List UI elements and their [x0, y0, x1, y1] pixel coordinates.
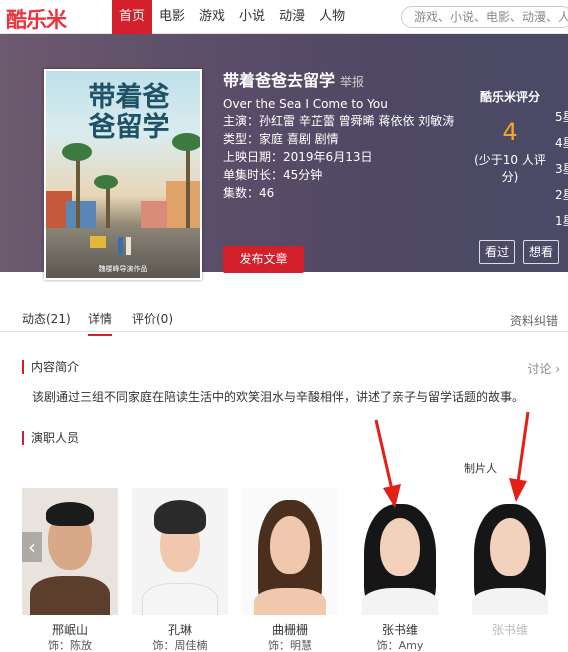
cast-heading: 演职人员 — [22, 431, 79, 445]
carousel-prev-icon[interactable]: ‹ — [22, 532, 42, 562]
site-logo[interactable]: 酷乐米 — [6, 4, 67, 34]
rating-box: 酷乐米评分 4 (少于10 人评分) — [470, 88, 550, 186]
cast-photo — [132, 488, 228, 615]
star-distribution: 5星 4星 3星 2星 1星 — [555, 104, 568, 234]
tab-activity[interactable]: 动态(21) — [22, 310, 71, 327]
nav-novels[interactable]: 小说 — [232, 0, 272, 34]
nav-people[interactable]: 人物 — [312, 0, 352, 34]
poster-credit: 魏楼峰导演作品 — [98, 265, 148, 273]
summary-heading: 内容简介 — [22, 360, 79, 374]
publish-article-button[interactable]: 发布文章 — [223, 246, 304, 273]
star-row-4: 4星 — [555, 136, 568, 150]
star-row-5: 5星 — [555, 110, 568, 124]
report-link[interactable]: 举报 — [340, 73, 364, 90]
cast-role: 饰：Amy — [376, 639, 424, 652]
cast-name: 曲栅栅 — [271, 623, 308, 637]
drama-info: 带着爸爸去留学 举报 Over the Sea I Come to You 主演… — [223, 67, 463, 273]
cast-name: 孔琳 — [167, 623, 192, 637]
watch-actions: 看过 想看 — [479, 240, 559, 264]
cast-card[interactable]: 曲栅栅 饰：明慧 — [242, 488, 338, 652]
tab-reviews[interactable]: 评价(0) — [132, 310, 173, 327]
poster-title: 带着爸爸留学 — [88, 82, 170, 143]
cast-photo — [242, 488, 338, 615]
tab-details[interactable]: 详情 — [88, 310, 113, 336]
drama-title: 带着爸爸去留学 — [223, 71, 336, 90]
cast-photo — [462, 488, 558, 615]
nav-games[interactable]: 游戏 — [192, 0, 232, 34]
cast-line: 主演：孙红雷 辛芷蕾 曾舜晞 蒋依依 刘敏涛 — [223, 114, 455, 128]
cast-card[interactable]: 张书维 — [462, 488, 558, 639]
correct-info-link[interactable]: 资料纠错 — [510, 312, 558, 329]
star-row-2: 2星 — [555, 188, 568, 202]
detail-tabs: 动态(21) 详情 评价(0) 资料纠错 — [0, 300, 568, 336]
top-bar: 酷乐米 首页 电影 游戏 小说 动漫 人物 游戏、小说、电影、动漫、人 — [0, 0, 568, 34]
star-row-3: 3星 — [555, 162, 568, 176]
cast-role: 饰：周佳楠 — [152, 639, 208, 652]
poster-image: 带着爸爸留学 魏楼峰导演作品 — [44, 69, 202, 280]
rating-score: 4 — [502, 118, 518, 146]
main-nav: 首页 电影 游戏 小说 动漫 人物 — [112, 0, 352, 34]
genre-line: 类型：家庭 喜剧 剧情 — [223, 132, 339, 146]
nav-anime[interactable]: 动漫 — [272, 0, 312, 34]
producer-label: 制片人 — [464, 462, 497, 475]
rating-label: 酷乐米评分 — [479, 90, 540, 104]
watched-button[interactable]: 看过 — [479, 240, 515, 264]
discuss-link[interactable]: 讨论 › — [527, 360, 560, 377]
summary-text: 该剧通过三组不同家庭在陪读生活中的欢笑泪水与辛酸相伴，讲述了亲子与留学话题的故事… — [32, 390, 525, 404]
release-date-line: 上映日期：2019年6月13日 — [223, 150, 373, 164]
nav-movies[interactable]: 电影 — [152, 0, 192, 34]
nav-home[interactable]: 首页 — [112, 0, 153, 34]
episode-count-line: 集数：46 — [223, 186, 275, 200]
cast-card[interactable]: 孔琳 饰：周佳楠 — [132, 488, 228, 652]
cast-role: 饰：明慧 — [268, 639, 312, 652]
cast-role: 饰：陈放 — [48, 639, 92, 652]
episode-length-line: 单集时长：45分钟 — [223, 168, 323, 182]
detail-hero: 带着爸爸留学 魏楼峰导演作品 带着爸爸去留学 举报 Over the Sea I… — [0, 34, 568, 280]
carousel-next-icon[interactable] — [548, 524, 564, 554]
cast-card[interactable]: 张书维 饰：Amy — [352, 488, 448, 652]
search-input[interactable]: 游戏、小说、电影、动漫、人 — [401, 6, 568, 28]
annotation-arrow-icon — [374, 419, 401, 508]
rating-note: (少于10 人评分) — [474, 153, 546, 184]
cast-name: 邢岷山 — [51, 623, 88, 637]
want-to-watch-button[interactable]: 想看 — [523, 240, 559, 264]
star-row-1: 1星 — [555, 214, 568, 228]
annotation-arrow-icon — [509, 411, 530, 502]
cast-card[interactable]: 邢岷山 饰：陈放 — [22, 488, 118, 652]
cast-name: 张书维 — [381, 623, 418, 637]
cast-name: 张书维 — [491, 623, 528, 637]
english-title: Over the Sea I Come to You — [223, 97, 388, 111]
